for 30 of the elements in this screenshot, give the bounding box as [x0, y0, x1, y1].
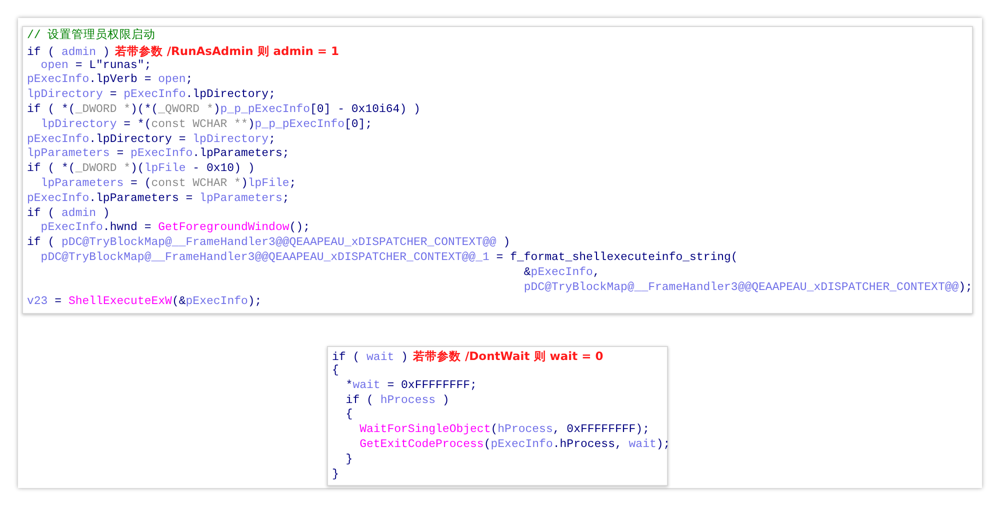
- code-line: if ( admin ): [27, 206, 110, 222]
- code-line: pDC@TryBlockMap@__FrameHandler3@@QEAAPEAU_xDISPATCHER_CONTEXT@@_1 = f_format_shellexecuteinfo_string(: [40, 250, 738, 266]
- code-line: pExecInfo.lpParameters = lpParameters;: [27, 192, 290, 207]
- code-line: pExecInfo.hwnd = GetForegroundWindow();: [40, 221, 310, 236]
- code-line: }: [344, 452, 353, 468]
- code-line: if ( hProcess ): [344, 394, 450, 408]
- code-line: pExecInfo.lpVerb = open;: [27, 73, 193, 88]
- code-line: GetExitCodeProcess(pExecInfo.hProcess, wait);: [358, 438, 670, 453]
- code-line: lpDirectory = pExecInfo.lpDirectory;: [27, 88, 276, 103]
- code-line: if ( wait ): [332, 351, 408, 364]
- code-line: open = L"runas";: [40, 58, 152, 74]
- annotation-text: 若带参数 /DontWait 则 wait = 0: [412, 349, 604, 364]
- code-line: *wait = 0xFFFFFFFF;: [344, 378, 477, 394]
- code-line: v23 = ShellExecuteExW(&pExecInfo);: [27, 295, 262, 310]
- code-line: if ( admin ): [27, 46, 110, 60]
- code-line: {: [344, 408, 353, 424]
- code-line: lpDirectory = *(const WCHAR **)p_p_pExecInfo[0];: [40, 118, 372, 133]
- code-line: pDC@TryBlockMap@__FrameHandler3@@QEAAPEAU_xDISPATCHER_CONTEXT@@);: [522, 280, 972, 296]
- code-line: }: [332, 468, 339, 482]
- code-line: lpParameters = (const WCHAR *)lpFile;: [40, 176, 296, 192]
- code-line: WaitForSingleObject(hProcess, 0xFFFFFFFF);: [358, 423, 650, 438]
- annotation-text: 若带参数 /RunAsAdmin 则 admin = 1: [114, 44, 340, 59]
- code-line: {: [332, 364, 339, 379]
- code-line: lpParameters = pExecInfo.lpParameters;: [27, 147, 290, 162]
- code-line: if ( pDC@TryBlockMap@__FrameHandler3@@QEAAPEAU_xDISPATCHER_CONTEXT@@ ): [27, 236, 510, 251]
- code-comment: // 设置管理员权限启动: [27, 29, 156, 44]
- code-line: if ( *(_DWORD *)(lpFile - 0x10) ): [27, 162, 255, 177]
- code-line: &pExecInfo,: [522, 266, 600, 281]
- code-line: if ( *(_DWORD *)(*(_QWORD *)p_p_pExecInfo[0] - 0x10i64) ): [27, 102, 420, 118]
- code-line: pExecInfo.lpDirectory = lpDirectory;: [27, 132, 276, 148]
